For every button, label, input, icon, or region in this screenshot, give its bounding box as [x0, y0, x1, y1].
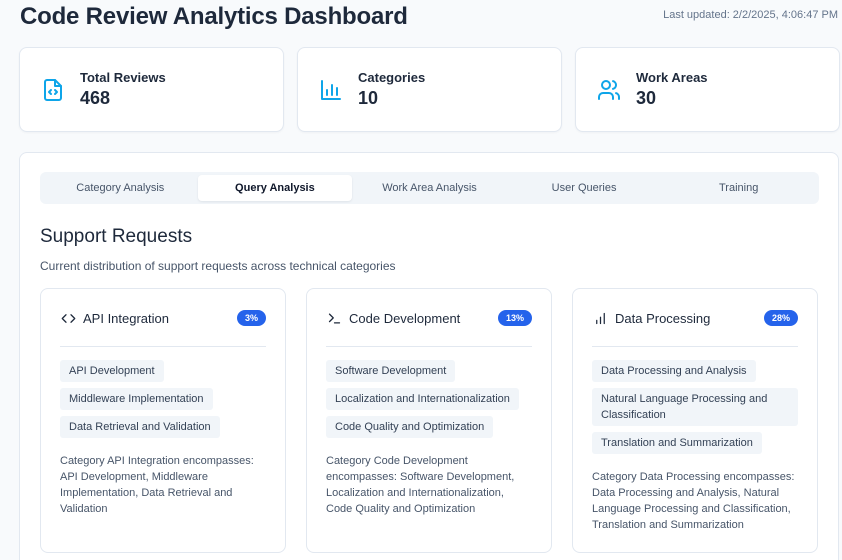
percent-badge: 13%	[497, 310, 532, 326]
tag: Localization and Internationalization	[326, 388, 519, 410]
stat-value: 468	[80, 88, 111, 108]
section-title: Support Requests	[40, 226, 193, 247]
tab-user-queries[interactable]: User Queries	[507, 175, 662, 201]
tag-list: Software Development Localization and In…	[326, 360, 532, 438]
users-icon	[596, 77, 622, 103]
divider	[326, 346, 532, 347]
percent-badge: 3%	[236, 310, 266, 326]
percent-badge: 28%	[763, 310, 798, 326]
tab-work-area-analysis[interactable]: Work Area Analysis	[352, 175, 507, 201]
divider	[60, 346, 266, 347]
tab-category-analysis[interactable]: Category Analysis	[43, 175, 198, 201]
tag: Code Quality and Optimization	[326, 416, 494, 438]
stat-card-work-areas: Work Areas 30	[575, 47, 840, 132]
bar-chart-icon	[592, 310, 608, 326]
tag: Data Retrieval and Validation	[60, 416, 220, 438]
divider	[592, 346, 798, 347]
tag: Natural Language Processing and Classifi…	[592, 388, 798, 426]
stat-label: Categories	[358, 70, 426, 85]
tag: Translation and Summarization	[592, 432, 762, 454]
main-panel: Category Analysis Query Analysis Work Ar…	[19, 152, 839, 560]
stat-label: Total Reviews	[80, 70, 166, 85]
category-name: Data Processing	[615, 310, 711, 326]
category-card-header: Data Processing 28%	[592, 306, 798, 330]
tab-training[interactable]: Training	[661, 175, 816, 201]
category-description: Category API Integration encompasses: AP…	[60, 455, 254, 515]
bar-chart-icon	[318, 77, 344, 103]
category-card-code-development: Code Development 13% Software Developmen…	[306, 288, 552, 553]
category-description: Category Code Development encompasses: S…	[326, 455, 515, 515]
page-title: Code Review Analytics Dashboard	[20, 3, 408, 30]
section-subtitle: Current distribution of support requests…	[40, 259, 396, 273]
tag: Middleware Implementation	[60, 388, 213, 410]
category-card-api-integration: API Integration 3% API Development Middl…	[40, 288, 286, 553]
category-card-header: API Integration 3%	[60, 306, 266, 330]
category-description: Category Data Processing encompasses: Da…	[592, 471, 795, 531]
stat-card-categories: Categories 10	[297, 47, 562, 132]
stat-label: Work Areas	[636, 70, 708, 85]
stat-value: 10	[358, 88, 379, 108]
tag: Software Development	[326, 360, 456, 382]
tab-query-analysis[interactable]: Query Analysis	[197, 175, 353, 201]
category-cards: API Integration 3% API Development Middl…	[40, 288, 818, 553]
tag: API Development	[60, 360, 164, 382]
last-updated-timestamp: Last updated: 2/2/2025, 4:06:47 PM	[663, 9, 838, 21]
file-code-icon	[40, 77, 66, 103]
tab-bar: Category Analysis Query Analysis Work Ar…	[40, 172, 819, 204]
stats-row: Total Reviews 468 Categories 10 Work Are…	[19, 47, 840, 132]
category-name: Code Development	[349, 310, 461, 326]
stat-card-total-reviews: Total Reviews 468	[19, 47, 284, 132]
tag-list: Data Processing and Analysis Natural Lan…	[592, 360, 798, 454]
terminal-icon	[326, 310, 342, 326]
category-card-header: Code Development 13%	[326, 306, 532, 330]
code-icon	[60, 310, 76, 326]
category-card-data-processing: Data Processing 28% Data Processing and …	[572, 288, 818, 553]
tag-list: API Development Middleware Implementatio…	[60, 360, 266, 438]
tag: Data Processing and Analysis	[592, 360, 756, 382]
category-name: API Integration	[83, 310, 169, 326]
header: Code Review Analytics Dashboard Last upd…	[20, 0, 842, 34]
stat-value: 30	[636, 88, 657, 108]
